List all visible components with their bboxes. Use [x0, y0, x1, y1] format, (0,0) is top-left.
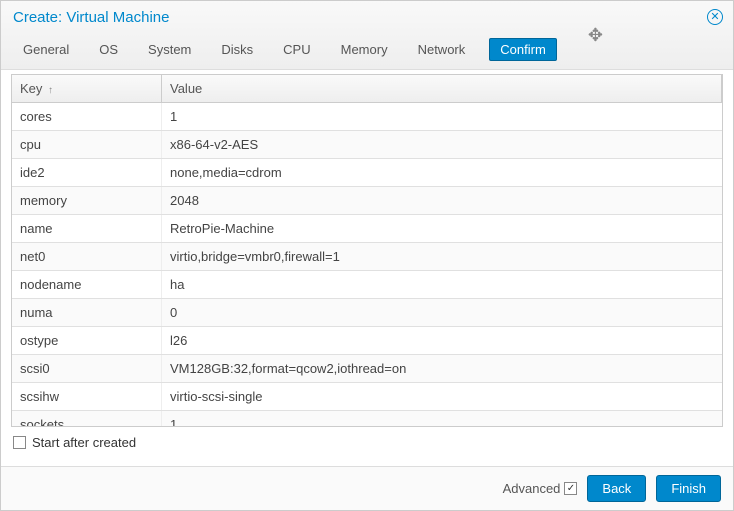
footer: Advanced ✓ Back Finish — [1, 466, 733, 510]
start-after-row: Start after created — [11, 427, 723, 458]
sort-asc-icon: ↑ — [48, 85, 53, 96]
grid-body[interactable]: cores1cpux86-64-v2-AESide2none,media=cdr… — [12, 103, 722, 426]
tab-network[interactable]: Network — [412, 38, 472, 61]
table-row[interactable]: ostypel26 — [12, 327, 722, 355]
cell-key: cpu — [12, 131, 162, 158]
table-row[interactable]: cpux86-64-v2-AES — [12, 131, 722, 159]
close-icon[interactable]: ✕ — [707, 9, 723, 25]
cell-key: memory — [12, 187, 162, 214]
cell-key: ostype — [12, 327, 162, 354]
start-after-checkbox[interactable] — [13, 436, 26, 449]
tab-cpu[interactable]: CPU — [277, 38, 316, 61]
cell-value: 1 — [162, 103, 722, 130]
table-row[interactable]: scsihwvirtio-scsi-single — [12, 383, 722, 411]
cell-value: none,media=cdrom — [162, 159, 722, 186]
table-row[interactable]: cores1 — [12, 103, 722, 131]
tab-confirm[interactable]: Confirm — [489, 38, 557, 61]
cell-key: numa — [12, 299, 162, 326]
back-button[interactable]: Back — [587, 475, 646, 502]
cell-value: l26 — [162, 327, 722, 354]
advanced-label: Advanced — [503, 481, 561, 496]
cell-value: 1 — [162, 411, 722, 426]
start-after-label: Start after created — [32, 435, 136, 450]
move-icon[interactable]: ✥ — [588, 25, 603, 46]
dialog-window: Create: Virtual Machine ✕ ✥ General OS Sys… — [0, 0, 734, 511]
advanced-checkbox[interactable]: ✓ — [564, 482, 577, 495]
column-header-key[interactable]: Key ↑ — [12, 75, 162, 102]
finish-button[interactable]: Finish — [656, 475, 721, 502]
table-row[interactable]: scsi0VM128GB:32,format=qcow2,iothread=on — [12, 355, 722, 383]
cell-key: sockets — [12, 411, 162, 426]
cell-key: cores — [12, 103, 162, 130]
cell-key: scsihw — [12, 383, 162, 410]
summary-grid: Key ↑ Value cores1cpux86-64-v2-AESide2no… — [11, 74, 723, 427]
tab-os[interactable]: OS — [93, 38, 124, 61]
table-row[interactable]: nodenameha — [12, 271, 722, 299]
content-area: Key ↑ Value cores1cpux86-64-v2-AESide2no… — [1, 70, 733, 466]
table-row[interactable]: nameRetroPie-Machine — [12, 215, 722, 243]
cell-value: VM128GB:32,format=qcow2,iothread=on — [162, 355, 722, 382]
cell-key: ide2 — [12, 159, 162, 186]
cell-value: ha — [162, 271, 722, 298]
titlebar: Create: Virtual Machine ✕ ✥ General OS Sys… — [1, 1, 733, 70]
tab-bar: General OS System Disks CPU Memory Network Conf… — [13, 32, 721, 69]
cell-value: virtio-scsi-single — [162, 383, 722, 410]
cell-value: x86-64-v2-AES — [162, 131, 722, 158]
tab-system[interactable]: System — [142, 38, 197, 61]
column-header-value[interactable]: Value — [162, 75, 722, 102]
cell-value: 0 — [162, 299, 722, 326]
cell-key: scsi0 — [12, 355, 162, 382]
cell-key: nodename — [12, 271, 162, 298]
table-row[interactable]: sockets1 — [12, 411, 722, 426]
tab-general[interactable]: General — [17, 38, 75, 61]
cell-value: virtio,bridge=vmbr0,firewall=1 — [162, 243, 722, 270]
column-key-label: Key — [20, 81, 42, 96]
grid-header: Key ↑ Value — [12, 75, 722, 103]
table-row[interactable]: numa0 — [12, 299, 722, 327]
cell-value: 2048 — [162, 187, 722, 214]
advanced-toggle: Advanced ✓ — [503, 481, 578, 496]
tab-memory[interactable]: Memory — [335, 38, 394, 61]
table-row[interactable]: net0virtio,bridge=vmbr0,firewall=1 — [12, 243, 722, 271]
cell-key: net0 — [12, 243, 162, 270]
cell-value: RetroPie-Machine — [162, 215, 722, 242]
table-row[interactable]: ide2none,media=cdrom — [12, 159, 722, 187]
dialog-title: Create: Virtual Machine — [13, 9, 721, 32]
table-row[interactable]: memory2048 — [12, 187, 722, 215]
tab-disks[interactable]: Disks — [215, 38, 259, 61]
cell-key: name — [12, 215, 162, 242]
